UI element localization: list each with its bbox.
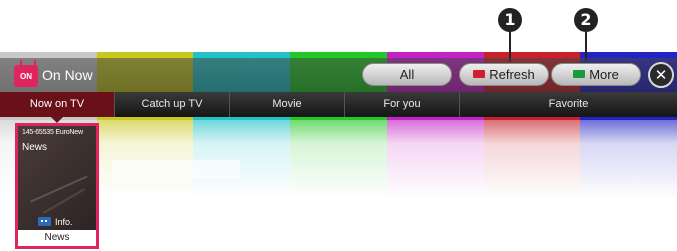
program-card-footer: News bbox=[18, 230, 96, 246]
program-thumbnail: 145-65535 EuroNew News Info. bbox=[18, 126, 96, 230]
close-button[interactable]: ✕ bbox=[648, 62, 674, 88]
tab-now-on-tv[interactable]: Now on TV bbox=[0, 92, 115, 123]
app-title: On Now bbox=[42, 67, 93, 83]
channel-label: 145-65535 EuroNew bbox=[22, 129, 83, 136]
background-fade bbox=[0, 120, 677, 251]
info-key-icon bbox=[38, 217, 51, 226]
refresh-button-label: Refresh bbox=[489, 67, 535, 82]
tab-for-you[interactable]: For you bbox=[345, 92, 460, 117]
close-icon: ✕ bbox=[654, 66, 668, 84]
callout-2: 2 bbox=[574, 8, 598, 32]
all-button[interactable]: All bbox=[362, 63, 452, 86]
info-label: Info. bbox=[55, 217, 73, 227]
all-button-label: All bbox=[399, 67, 415, 82]
more-button-label: More bbox=[589, 67, 619, 82]
tab-favorite[interactable]: Favorite bbox=[460, 92, 677, 117]
background-highlight bbox=[112, 160, 240, 178]
program-title: News bbox=[22, 142, 48, 153]
program-card[interactable]: 145-65535 EuroNew News Info. News bbox=[15, 123, 99, 249]
callout-1: 1 bbox=[498, 8, 522, 32]
tab-movie[interactable]: Movie bbox=[230, 92, 345, 117]
refresh-button[interactable]: Refresh bbox=[459, 63, 549, 86]
on-now-logo-icon: ON NOW bbox=[14, 60, 38, 105]
tab-catch-up-tv[interactable]: Catch up TV bbox=[115, 92, 230, 117]
category-tabs: Now on TV Catch up TV Movie For you Favo… bbox=[0, 92, 677, 123]
green-key-icon bbox=[573, 70, 586, 78]
red-key-icon bbox=[473, 70, 486, 78]
more-button[interactable]: More bbox=[551, 63, 641, 86]
info-button[interactable]: Info. bbox=[38, 216, 73, 228]
